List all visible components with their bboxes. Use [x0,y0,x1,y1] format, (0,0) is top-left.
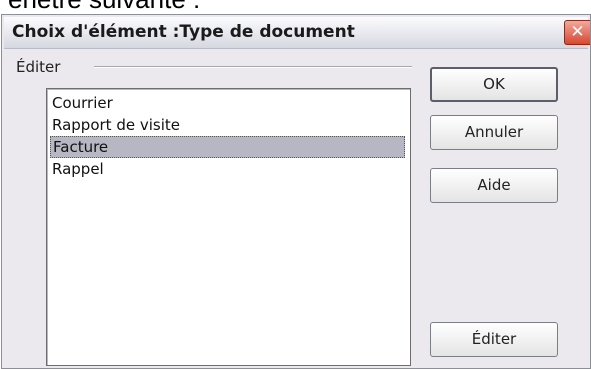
edit-button[interactable]: Éditer [430,322,558,357]
group-divider [94,66,412,68]
group-label: Éditer [16,58,61,76]
background-text: enêtre suivante : [8,0,200,15]
list-item-selected[interactable]: Facture [50,136,405,158]
close-icon[interactable]: ✕ [564,20,590,45]
document-type-list[interactable]: Courrier Rapport de visite Facture Rappe… [46,88,411,366]
title-bar[interactable]: Choix d'élément :Type de document ✕ [4,17,590,49]
ok-button[interactable]: OK [430,67,558,102]
list-item[interactable]: Courrier [50,92,405,114]
dialog-title: Choix d'élément :Type de document [12,22,355,42]
list-item[interactable]: Rapport de visite [50,114,405,136]
cancel-button[interactable]: Annuler [430,115,558,150]
list-item[interactable]: Rappel [50,158,405,180]
dialog-window: Choix d'élément :Type de document ✕ Édit… [1,14,591,369]
help-button[interactable]: Aide [430,168,558,203]
